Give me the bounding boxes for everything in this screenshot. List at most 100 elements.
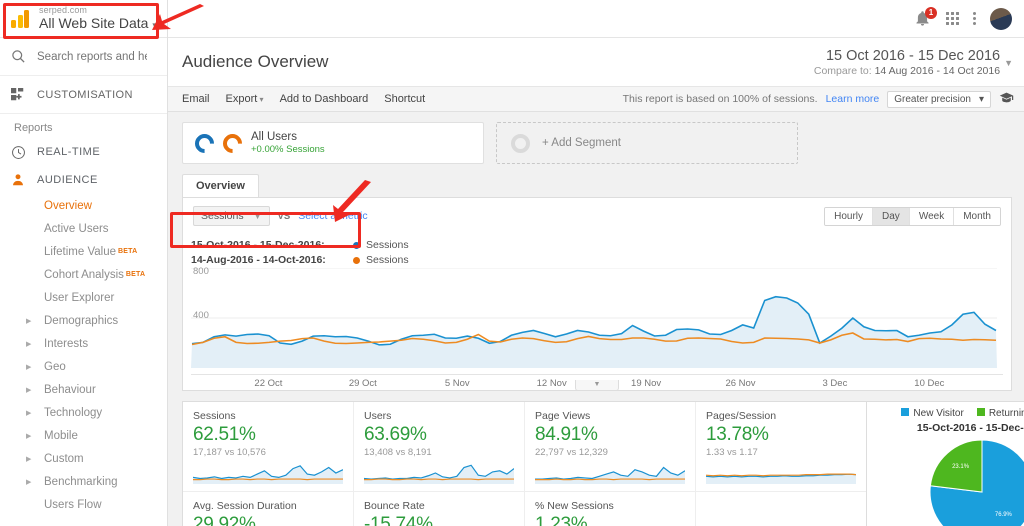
sidebar-item-demographics[interactable]: ▶ Demographics (0, 309, 167, 332)
metric-value: 63.69% (364, 424, 427, 446)
sidebar-item-active-users[interactable]: Active Users (0, 217, 167, 240)
label: Benchmarking (44, 475, 118, 488)
sessions-timeseries-chart[interactable]: 800 400 (191, 266, 1003, 374)
segment-name: All Users (251, 130, 298, 143)
sidebar-item-custom[interactable]: ▶ Custom (0, 447, 167, 470)
shortcut-button[interactable]: Shortcut (384, 93, 425, 105)
chevron-right-icon: ▶ (26, 409, 32, 417)
content: All Users +0.00% Sessions + Add Segment … (168, 112, 1024, 526)
account-view-name: All Web Site Data ▾ (39, 14, 157, 31)
metric-value: 62.51% (193, 424, 256, 446)
metric-card[interactable]: Pages/Session 13.78% 1.33 vs 1.17 (696, 402, 866, 493)
sidebar-item-benchmarking[interactable]: ▶ Benchmarking (0, 470, 167, 493)
granularity-hourly[interactable]: Hourly (825, 207, 874, 225)
learn-more-link[interactable]: Learn more (826, 93, 880, 105)
label: Cohort Analysis (44, 268, 124, 281)
select-a-metric-link[interactable]: Select a metric (298, 210, 367, 222)
sidebar-item-users-flow[interactable]: Users Flow (0, 493, 167, 516)
user-avatar[interactable] (990, 7, 1012, 30)
sidebar-item-overview[interactable]: Overview (0, 194, 167, 217)
search-icon (10, 49, 26, 65)
account-selector[interactable]: serped.com All Web Site Data ▾ (0, 0, 167, 38)
metric-card[interactable]: Page Views 84.91% 22,797 vs 12,329 (525, 402, 696, 493)
add-segment-label: + Add Segment (542, 137, 621, 149)
metric-select[interactable]: Sessions ▼ (193, 206, 270, 226)
metric-card[interactable]: % New Sessions1.23%76.85% vs 75.92% (525, 492, 696, 526)
pie-slice-label: 23.1% (952, 464, 970, 470)
chart-legend: 15-Oct-2016 - 15-Dec-2016: Sessions 14-A… (191, 238, 1011, 268)
metric-card[interactable]: Bounce Rate-15.74%72.08% vs 85.55% (354, 492, 525, 526)
x-axis-tick: 26 Nov (725, 378, 756, 390)
sidebar-item-behaviour[interactable]: ▶ Behaviour (0, 378, 167, 401)
granularity-toggle: Hourly Day Week Month (824, 206, 1001, 226)
metric-value: 13.78% (706, 424, 769, 446)
pie-legend-returning: Returning Visitor (976, 408, 1024, 419)
reports-label: Reports (14, 122, 53, 134)
metric-title: Avg. Session Duration (193, 500, 297, 513)
sidebar-item-audience[interactable]: AUDIENCE (0, 166, 167, 194)
y-axis-tick-800: 800 (193, 266, 209, 278)
apps-grid-icon[interactable] (946, 12, 959, 25)
notifications-button[interactable]: 1 (914, 6, 937, 28)
chart-panel: Sessions ▼ VS Select a metric Hourly Day … (182, 197, 1012, 392)
chevron-right-icon: ▶ (26, 455, 32, 463)
sidebar-item-real-time[interactable]: REAL-TIME (0, 138, 167, 166)
metric-title: Bounce Rate (364, 500, 425, 513)
granularity-day[interactable]: Day (873, 207, 910, 225)
metric-card[interactable]: Sessions 62.51% 17,187 vs 10,576 (183, 402, 354, 493)
date-range-picker[interactable]: 15 Oct 2016 - 15 Dec 2016 Compare to: 14… (809, 45, 1018, 80)
sidebar-item-geo[interactable]: ▶ Geo (0, 355, 167, 378)
export-button[interactable]: Export (226, 93, 264, 105)
metric-card-empty (696, 492, 866, 526)
label: Custom (44, 452, 84, 465)
sidebar-item-technology[interactable]: ▶ Technology (0, 401, 167, 424)
pie-chart[interactable]: 76.9% 23.1% (907, 436, 1024, 526)
tab-bar: Overview (182, 174, 1012, 197)
clock-icon (10, 144, 26, 160)
metric-value: 1.23% (535, 514, 588, 526)
granularity-month[interactable]: Month (954, 207, 1000, 225)
sidebar-label-real-time: REAL-TIME (37, 146, 101, 158)
chart-collapse-handle[interactable]: ▼ (575, 380, 619, 392)
search-input[interactable] (37, 50, 147, 63)
pie-legend: New Visitor Returning Visitor (871, 408, 1024, 419)
sidebar-item-customisation[interactable]: CUSTOMISATION (0, 76, 167, 114)
new-vs-returning-panel: New Visitor Returning Visitor 15-Oct-201… (866, 401, 1024, 526)
metric-sparkline (192, 465, 344, 485)
legend-dot-blue-icon (353, 242, 360, 250)
metric-value: -15.74% (364, 514, 433, 526)
chevron-down-icon: ▾ (152, 19, 157, 30)
search-row[interactable] (0, 38, 167, 76)
title-row: Audience Overview 15 Oct 2016 - 15 Dec 2… (168, 38, 1024, 86)
x-axis-tick: 10 Dec (914, 378, 945, 390)
segment-all-users[interactable]: All Users +0.00% Sessions (182, 122, 484, 164)
metric-title: Pages/Session (706, 410, 777, 423)
label: Behaviour (44, 383, 96, 396)
kebab-menu-icon[interactable] (973, 12, 976, 25)
sidebar-item-cohort-analysis[interactable]: Cohort Analysis BETA (0, 263, 167, 286)
metric-cards: Sessions 62.51% 17,187 vs 10,576 Users 63.69… (182, 401, 866, 526)
graduation-cap-icon[interactable] (999, 92, 1014, 106)
sidebar-item-acquisition[interactable]: ACQUISITION (0, 522, 167, 526)
metric-comparison: 22,797 vs 12,329 (535, 447, 608, 459)
granularity-week[interactable]: Week (909, 207, 955, 225)
metric-card[interactable]: Avg. Session Duration29.92%00:01:22 vs 0… (183, 492, 354, 526)
segment-bar: All Users +0.00% Sessions + Add Segment (182, 122, 1012, 164)
tab-overview[interactable]: Overview (182, 174, 259, 197)
add-segment-button[interactable]: + Add Segment (496, 122, 798, 164)
chevron-right-icon: ▶ (26, 317, 32, 325)
precision-select[interactable]: Greater precision ▾ (887, 90, 991, 108)
sidebar-item-interests[interactable]: ▶ Interests (0, 332, 167, 355)
add-to-dashboard-button[interactable]: Add to Dashboard (280, 93, 369, 105)
swatch-green-icon (976, 408, 985, 417)
sidebar-item-mobile[interactable]: ▶ Mobile (0, 424, 167, 447)
x-axis-tick: 5 Nov (444, 378, 470, 390)
sidebar-item-user-explorer[interactable]: User Explorer (0, 286, 167, 309)
legend-dot-orange-icon (353, 257, 360, 265)
chevron-down-icon: ▼ (1004, 57, 1013, 68)
pie-slice-label: 76.9% (995, 513, 1013, 519)
email-button[interactable]: Email (182, 93, 210, 105)
metric-card[interactable]: Users 63.69% 13,408 vs 8,191 (354, 402, 525, 493)
legend-metric: Sessions (366, 254, 409, 267)
sidebar-item-lifetime-value[interactable]: Lifetime Value BETA (0, 240, 167, 263)
